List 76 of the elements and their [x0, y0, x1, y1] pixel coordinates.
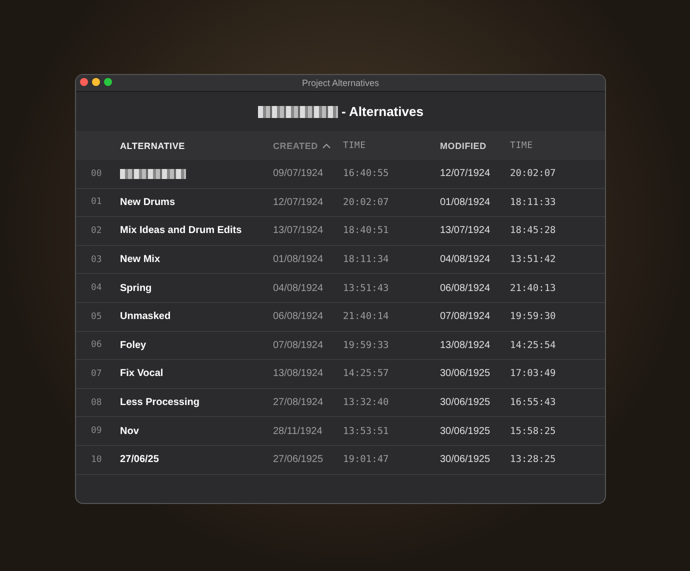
created-date: 07/08/1924 [273, 340, 324, 351]
created-date: 12/07/1924 [273, 196, 324, 208]
window-title: Project Alternatives [302, 78, 380, 88]
row-number: 08 [90, 398, 103, 408]
created-time: 18:11:34 [343, 254, 390, 266]
row-number: 01 [90, 197, 103, 208]
heading-title: - Alternatives [342, 104, 424, 119]
created-date: 27/08/1924 [273, 397, 324, 408]
row-number: 05 [90, 312, 103, 322]
created-time: 19:59:33 [343, 340, 390, 351]
alternative-name: Nov [120, 426, 140, 437]
created-date: 13/08/1924 [273, 368, 324, 380]
alternative-name: New Mix [120, 254, 162, 266]
created-time: 13:51:43 [343, 282, 390, 294]
created-time: 21:40:14 [343, 311, 390, 322]
alternative-name: Spring [120, 282, 153, 294]
created-date: 06/08/1924 [273, 311, 324, 322]
row-number: 09 [90, 426, 103, 436]
modified-time: 18:45:28 [510, 225, 557, 236]
created-time: 14:25:57 [343, 368, 390, 380]
column-header[interactable]: TIME [510, 140, 533, 150]
row-number: 10 [90, 454, 103, 465]
modified-date: 13/07/1924 [440, 225, 492, 236]
column-header[interactable]: CREATED [273, 140, 333, 150]
alternative-name: Foley [120, 340, 148, 351]
alternative-name: Unmasked [120, 311, 172, 322]
created-date: 04/08/1924 [273, 282, 324, 294]
modified-date: 06/08/1924 [440, 282, 492, 294]
created-time: 16:40:55 [343, 168, 390, 180]
row-number: 04 [90, 283, 103, 294]
column-header[interactable]: ALTERNATIVE [120, 140, 185, 150]
created-time: 20:02:07 [343, 196, 390, 208]
column-header[interactable]: TIME [343, 140, 366, 150]
zoom-button[interactable] [104, 78, 112, 86]
row-number: 07 [90, 368, 103, 379]
row-number: 06 [90, 340, 103, 350]
modified-date: 30/06/1925 [440, 454, 492, 466]
alternative-name: Mix Ideas and Drum Edits [120, 225, 243, 236]
created-time: 19:01:47 [343, 454, 390, 466]
created-time: 13:53:51 [343, 426, 390, 437]
modified-time: 16:55:43 [510, 397, 557, 408]
column-header[interactable]: MODIFIED [440, 140, 486, 150]
modified-date: 07/08/1924 [440, 311, 492, 322]
created-date: 27/06/1925 [273, 454, 324, 466]
close-button[interactable] [80, 78, 88, 86]
modified-time: 20:02:07 [510, 168, 557, 180]
created-date: 09/07/1924 [273, 168, 324, 180]
alternative-name: Less Processing [120, 397, 200, 408]
modified-time: 15:58:25 [510, 426, 557, 437]
created-time: 13:32:40 [343, 397, 390, 408]
sort-caret-icon [322, 142, 331, 148]
modified-time: 21:40:13 [510, 282, 557, 294]
modified-date: 30/06/1925 [440, 397, 492, 408]
row-number: 02 [90, 226, 103, 236]
created-date: 01/08/1924 [273, 254, 324, 266]
modified-date: 30/06/1925 [440, 368, 492, 380]
modified-time: 19:59:30 [510, 311, 557, 322]
row-number: 03 [90, 254, 103, 265]
minimize-button[interactable] [92, 78, 100, 86]
created-date: 28/11/1924 [273, 426, 324, 437]
created-date: 13/07/1924 [273, 225, 324, 236]
alternative-name: 27/06/25 [120, 454, 160, 466]
modified-time: 13:51:42 [510, 254, 557, 266]
alternative-name: Fix Vocal [120, 368, 164, 380]
modified-date: 12/07/1924 [440, 168, 492, 180]
modified-date: 04/08/1924 [440, 254, 492, 266]
modified-date: 01/08/1924 [440, 196, 492, 208]
modified-time: 17:03:49 [510, 368, 557, 380]
row-number: 00 [90, 168, 103, 179]
alternative-name: New Drums [120, 196, 176, 208]
modified-time: 13:28:25 [510, 454, 557, 466]
modified-time: 14:25:54 [510, 340, 557, 351]
created-time: 18:40:51 [343, 225, 390, 236]
modified-date: 30/06/1925 [440, 426, 492, 437]
modified-date: 13/08/1924 [440, 340, 492, 351]
modified-time: 18:11:33 [510, 196, 557, 208]
